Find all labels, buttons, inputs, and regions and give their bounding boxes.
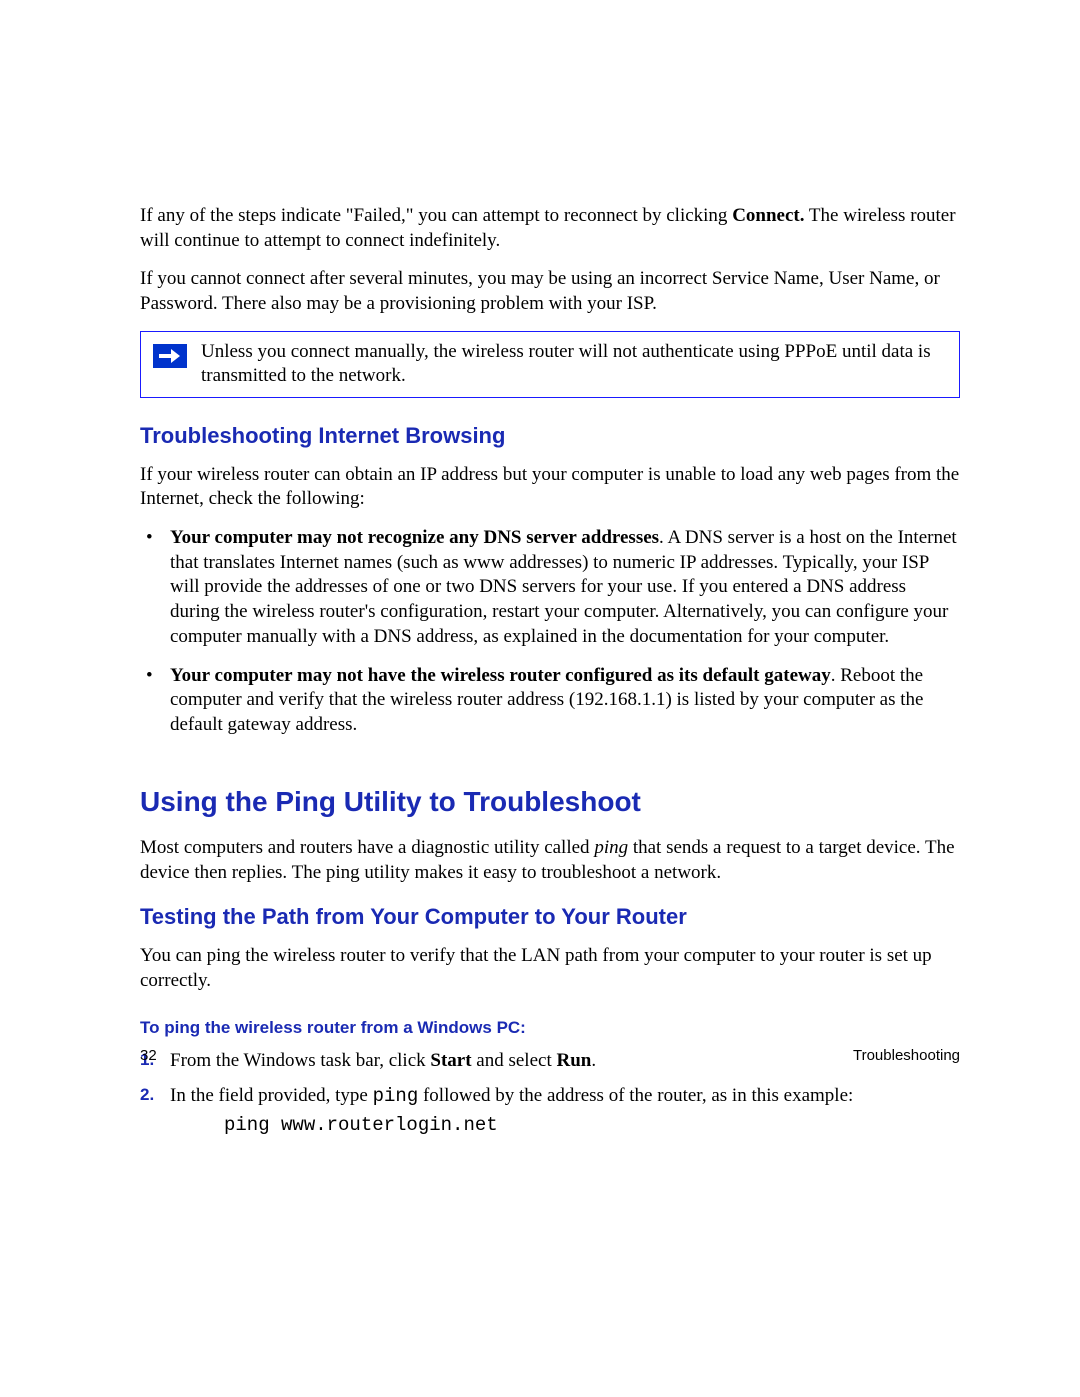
intro-paragraph-2: If you cannot connect after several minu… xyxy=(140,267,960,316)
bullet-lead: Your computer may not have the wireless … xyxy=(170,665,831,686)
text: In the field provided, type xyxy=(170,1085,373,1106)
heading-ping-utility: Using the Ping Utility to Troubleshoot xyxy=(140,784,960,820)
note-text: Unless you connect manually, the wireles… xyxy=(201,340,943,389)
list-item: In the field provided, type ping followe… xyxy=(140,1084,960,1137)
ping-example: ping www.routerlogin.net xyxy=(170,1113,960,1138)
heading-troubleshooting-browsing: Troubleshooting Internet Browsing xyxy=(140,422,960,451)
sec3-paragraph: You can ping the wireless router to veri… xyxy=(140,944,960,993)
page-footer: 32 Troubleshooting xyxy=(140,1046,960,1066)
arrow-right-icon xyxy=(153,344,187,368)
intro-paragraph-1: If any of the steps indicate "Failed," y… xyxy=(140,204,960,253)
connect-label: Connect. xyxy=(732,205,804,226)
list-item: Your computer may not recognize any DNS … xyxy=(140,526,960,649)
note-box: Unless you connect manually, the wireles… xyxy=(140,331,960,398)
sec2-paragraph: Most computers and routers have a diagno… xyxy=(140,836,960,885)
document-page: If any of the steps indicate "Failed," y… xyxy=(0,0,1080,1397)
ping-term: ping xyxy=(594,837,628,858)
ping-command: ping xyxy=(373,1085,419,1107)
procedure-heading: To ping the wireless router from a Windo… xyxy=(140,1017,960,1039)
sec1-paragraph: If your wireless router can obtain an IP… xyxy=(140,463,960,512)
bullet-lead: Your computer may not recognize any DNS … xyxy=(170,527,659,548)
section-label: Troubleshooting xyxy=(853,1046,960,1066)
text: Most computers and routers have a diagno… xyxy=(140,837,594,858)
page-number: 32 xyxy=(140,1046,157,1066)
list-item: Your computer may not have the wireless … xyxy=(140,664,960,738)
troubleshooting-bullet-list: Your computer may not recognize any DNS … xyxy=(140,526,960,738)
text: If any of the steps indicate "Failed," y… xyxy=(140,205,732,226)
heading-testing-path: Testing the Path from Your Computer to Y… xyxy=(140,903,960,932)
text: followed by the address of the router, a… xyxy=(418,1085,853,1106)
